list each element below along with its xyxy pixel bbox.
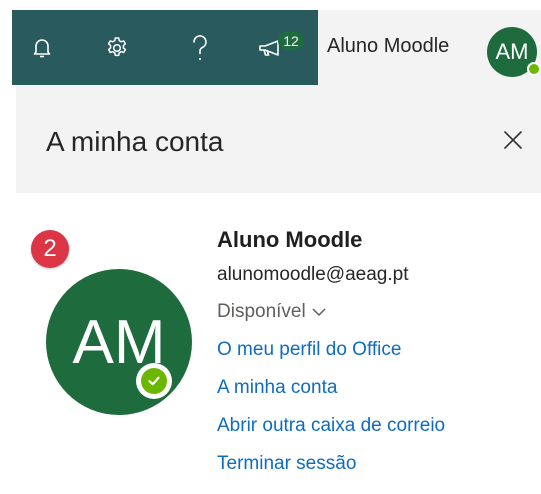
presence-dropdown[interactable]: Disponível <box>217 293 537 331</box>
help-button[interactable] <box>170 10 230 85</box>
sign-out-link[interactable]: Terminar sessão <box>217 445 537 483</box>
bell-icon <box>33 37 51 59</box>
header-user-name: Aluno Moodle <box>327 35 450 57</box>
office-profile-link[interactable]: O meu perfil do Office <box>217 331 537 369</box>
account-info: Aluno Moodle alunomoodle@aeag.pt Disponí… <box>217 223 537 483</box>
header-avatar-initials: AM <box>495 39 529 64</box>
top-toolbar: 12 <box>12 10 318 85</box>
open-another-mailbox-link[interactable]: Abrir outra caixa de correio <box>217 407 537 445</box>
available-status-icon <box>527 62 541 76</box>
left-background <box>0 0 12 494</box>
presence-label: Disponível <box>217 301 306 322</box>
settings-button[interactable] <box>87 10 147 85</box>
close-icon <box>503 130 523 155</box>
account-manager-button[interactable]: Aluno Moodle AM <box>318 10 541 85</box>
step-number-badge: 2 <box>31 230 69 268</box>
notifications-button[interactable] <box>12 10 72 85</box>
account-panel: A minha conta AM 2 Aluno Moodle alunomoo… <box>16 85 541 494</box>
my-account-link[interactable]: A minha conta <box>217 369 537 407</box>
panel-title: A minha conta <box>46 126 224 157</box>
account-email: alunomoodle@aeag.pt <box>217 264 409 285</box>
profile-avatar: AM <box>46 269 192 415</box>
chevron-down-icon <box>306 293 326 331</box>
step-number: 2 <box>43 235 57 262</box>
close-button[interactable] <box>496 125 530 159</box>
gear-icon <box>105 36 129 60</box>
checkmark-icon <box>141 368 167 394</box>
account-name: Aluno Moodle <box>217 227 363 252</box>
notification-count-badge: 12 <box>278 32 304 50</box>
account-panel-header: A minha conta <box>16 85 541 193</box>
header-avatar: AM <box>487 27 541 77</box>
profile-status-indicator <box>136 363 172 399</box>
help-icon <box>191 34 209 62</box>
